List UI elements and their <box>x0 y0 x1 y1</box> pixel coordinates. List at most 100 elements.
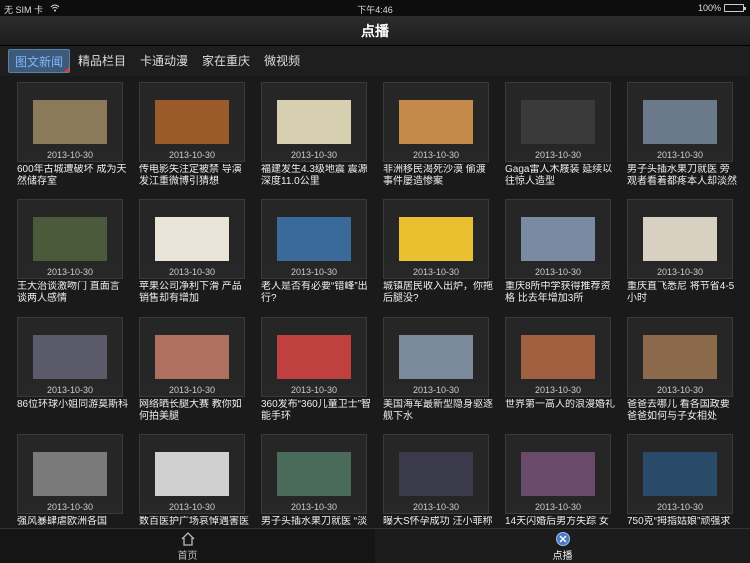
thumbnail-image <box>277 217 351 261</box>
news-thumbnail[interactable]: 2013-10-30 <box>627 434 733 514</box>
news-item[interactable]: 2013-10-30 福建发生4.3级地震 震源深度11.0公里 <box>261 82 373 188</box>
thumbnail-image <box>399 452 473 496</box>
news-item[interactable]: 2013-10-30 数百医护广场哀悼遇害医 <box>139 434 251 528</box>
news-thumbnail[interactable]: 2013-10-30 <box>17 434 123 514</box>
news-item[interactable]: 2013-10-30 传电影失注定被禁 导演发江重微博引猜想 <box>139 82 251 188</box>
news-date: 2013-10-30 <box>18 149 122 161</box>
tab-1[interactable]: 精品栏目 <box>72 49 132 73</box>
thumbnail-image <box>277 452 351 496</box>
news-caption[interactable]: 美国海军最新型隐身驱逐舰下水 <box>383 399 495 423</box>
news-date: 2013-10-30 <box>628 266 732 278</box>
news-item[interactable]: 2013-10-30 重庆直飞悉尼 将节省4-5小时 <box>627 199 739 305</box>
news-thumbnail[interactable]: 2013-10-30 <box>383 199 489 279</box>
news-caption[interactable]: 86位环球小姐同游莫斯科 <box>17 399 129 423</box>
news-item[interactable]: 2013-10-30 750克“拇指姑娘”顽强求 <box>627 434 739 528</box>
news-caption[interactable]: 男子头插水果刀就医 旁观者看着都疼本人却淡然 <box>627 164 739 188</box>
news-thumbnail[interactable]: 2013-10-30 <box>505 434 611 514</box>
news-thumbnail[interactable]: 2013-10-30 <box>139 317 245 397</box>
thumbnail-image <box>33 100 107 144</box>
news-thumbnail[interactable]: 2013-10-30 <box>139 82 245 162</box>
news-date: 2013-10-30 <box>262 501 366 513</box>
thumbnail-image <box>643 335 717 379</box>
news-caption[interactable]: 爸爸去哪儿 看各国政要爸爸如何与子女相处 <box>627 399 739 423</box>
news-item[interactable]: 2013-10-30 重庆8所中学获得推荐资格 比去年增加3所 <box>505 199 617 305</box>
news-caption[interactable]: 数百医护广场哀悼遇害医 <box>139 516 251 528</box>
news-thumbnail[interactable]: 2013-10-30 <box>261 434 367 514</box>
news-caption[interactable]: 360发布“360儿童卫士”智能手环 <box>261 399 373 423</box>
news-thumbnail[interactable]: 2013-10-30 <box>505 82 611 162</box>
news-caption[interactable]: 网络晒长腿大赛 教你如何拍美腿 <box>139 399 251 423</box>
news-item[interactable]: 2013-10-30 世界第一高人的浪漫婚礼 <box>505 317 617 423</box>
news-date: 2013-10-30 <box>506 149 610 161</box>
news-thumbnail[interactable]: 2013-10-30 <box>17 317 123 397</box>
news-caption[interactable]: 传电影失注定被禁 导演发江重微博引猜想 <box>139 164 251 188</box>
news-item[interactable]: 2013-10-30 城镇居民收入出炉，你拖后腿没? <box>383 199 495 305</box>
news-thumbnail[interactable]: 2013-10-30 <box>383 434 489 514</box>
news-caption[interactable]: 重庆8所中学获得推荐资格 比去年增加3所 <box>505 281 617 305</box>
home-icon <box>181 532 194 546</box>
news-date: 2013-10-30 <box>384 149 488 161</box>
tab-4[interactable]: 微视频 <box>258 49 306 73</box>
news-thumbnail[interactable]: 2013-10-30 <box>383 317 489 397</box>
news-thumbnail[interactable]: 2013-10-30 <box>139 434 245 514</box>
thumbnail-image <box>521 217 595 261</box>
news-item[interactable]: 2013-10-30 86位环球小姐同游莫斯科 <box>17 317 129 423</box>
news-item[interactable]: 2013-10-30 14天闪婚后男方失踪 女 <box>505 434 617 528</box>
news-item[interactable]: 2013-10-30 苹果公司净利下滑 产品销售却有增加 <box>139 199 251 305</box>
news-thumbnail[interactable]: 2013-10-30 <box>17 82 123 162</box>
news-item[interactable]: 2013-10-30 老人是否有必要“错峰”出行? <box>261 199 373 305</box>
bottom-tab-1[interactable]: 点播 <box>375 529 750 563</box>
news-item[interactable]: 2013-10-30 男子头插水果刀就医 “淡 <box>261 434 373 528</box>
news-item[interactable]: 2013-10-30 非洲移民渴死沙漠 偷渡事件屡造惨案 <box>383 82 495 188</box>
news-caption[interactable]: 城镇居民收入出炉，你拖后腿没? <box>383 281 495 305</box>
news-caption[interactable]: 14天闪婚后男方失踪 女 <box>505 516 617 528</box>
bottom-tab-label: 首页 <box>177 551 198 562</box>
bottom-tab-bar: 首页 点播 <box>0 528 750 563</box>
news-caption[interactable]: 750克“拇指姑娘”顽强求 <box>627 516 739 528</box>
bottom-tab-0[interactable]: 首页 <box>0 529 375 563</box>
news-date: 2013-10-30 <box>384 384 488 396</box>
news-caption[interactable]: 强风暴肆虐欧洲各国 <box>17 516 129 528</box>
news-thumbnail[interactable]: 2013-10-30 <box>261 199 367 279</box>
news-caption[interactable]: Gaga雷人木屐装 延续以往惊人造型 <box>505 164 617 188</box>
news-thumbnail[interactable]: 2013-10-30 <box>505 317 611 397</box>
tab-0[interactable]: 图文新闻 <box>8 49 71 73</box>
news-caption[interactable]: 苹果公司净利下滑 产品销售却有增加 <box>139 281 251 305</box>
news-item[interactable]: 2013-10-30 美国海军最新型隐身驱逐舰下水 <box>383 317 495 423</box>
news-thumbnail[interactable]: 2013-10-30 <box>505 199 611 279</box>
news-item[interactable]: 2013-10-30 爸爸去哪儿 看各国政要爸爸如何与子女相处 <box>627 317 739 423</box>
news-thumbnail[interactable]: 2013-10-30 <box>627 199 733 279</box>
news-date: 2013-10-30 <box>628 501 732 513</box>
news-item[interactable]: 2013-10-30 强风暴肆虐欧洲各国 <box>17 434 129 528</box>
news-thumbnail[interactable]: 2013-10-30 <box>627 82 733 162</box>
news-item[interactable]: 2013-10-30 360发布“360儿童卫士”智能手环 <box>261 317 373 423</box>
news-item[interactable]: 2013-10-30 王大治谈激吻门 直面言谈两人感情 <box>17 199 129 305</box>
news-caption[interactable]: 重庆直飞悉尼 将节省4-5小时 <box>627 281 739 305</box>
news-item[interactable]: 2013-10-30 网络晒长腿大赛 教你如何拍美腿 <box>139 317 251 423</box>
news-grid[interactable]: 2013-10-30 600年古城遭破坏 成为天然储存室 2013-10-30 传电影… <box>0 76 750 528</box>
news-caption[interactable]: 老人是否有必要“错峰”出行? <box>261 281 373 305</box>
news-thumbnail[interactable]: 2013-10-30 <box>627 317 733 397</box>
thumbnail-image <box>155 452 229 496</box>
news-caption[interactable]: 男子头插水果刀就医 “淡 <box>261 516 373 528</box>
news-thumbnail[interactable]: 2013-10-30 <box>139 199 245 279</box>
news-item[interactable]: 2013-10-30 男子头插水果刀就医 旁观者看着都疼本人却淡然 <box>627 82 739 188</box>
news-item[interactable]: 2013-10-30 曝大S怀孕成功 汪小菲称 <box>383 434 495 528</box>
news-caption[interactable]: 曝大S怀孕成功 汪小菲称 <box>383 516 495 528</box>
news-thumbnail[interactable]: 2013-10-30 <box>383 82 489 162</box>
news-caption[interactable]: 世界第一高人的浪漫婚礼 <box>505 399 617 423</box>
news-date: 2013-10-30 <box>506 501 610 513</box>
news-item[interactable]: 2013-10-30 600年古城遭破坏 成为天然储存室 <box>17 82 129 188</box>
news-thumbnail[interactable]: 2013-10-30 <box>17 199 123 279</box>
news-caption[interactable]: 非洲移民渴死沙漠 偷渡事件屡造惨案 <box>383 164 495 188</box>
tab-2[interactable]: 卡通动漫 <box>134 49 194 73</box>
tab-3[interactable]: 家在重庆 <box>196 49 256 73</box>
news-thumbnail[interactable]: 2013-10-30 <box>261 82 367 162</box>
news-caption[interactable]: 福建发生4.3级地震 震源深度11.0公里 <box>261 164 373 188</box>
news-caption[interactable]: 600年古城遭破坏 成为天然储存室 <box>17 164 129 188</box>
battery-percent: 100% <box>697 3 721 13</box>
news-item[interactable]: 2013-10-30 Gaga雷人木屐装 延续以往惊人造型 <box>505 82 617 188</box>
news-date: 2013-10-30 <box>18 501 122 513</box>
news-caption[interactable]: 王大治谈激吻门 直面言谈两人感情 <box>17 281 129 305</box>
news-thumbnail[interactable]: 2013-10-30 <box>261 317 367 397</box>
